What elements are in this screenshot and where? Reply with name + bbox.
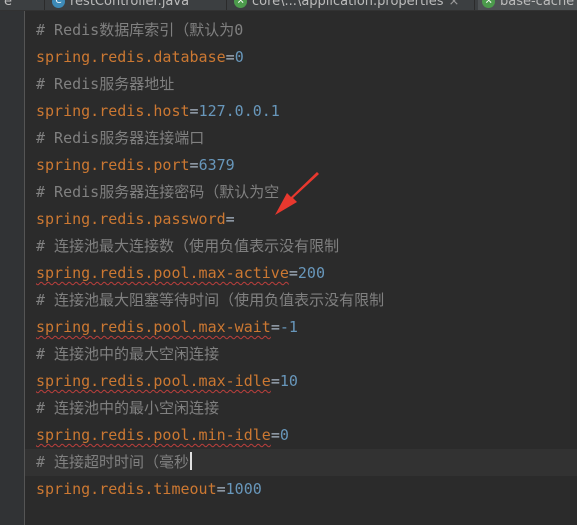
property-line[interactable]: spring.redis.port=6379 [36, 152, 235, 179]
close-icon[interactable]: × [449, 0, 460, 9]
code-editor[interactable]: # Redis数据库索引（默认为0 spring.redis.database=… [25, 11, 577, 525]
tab-partial[interactable]: e [0, 0, 12, 10]
property-line[interactable]: spring.redis.timeout=1000 [36, 476, 262, 503]
property-value: 200 [297, 264, 325, 282]
property-key: spring.redis.timeout [36, 480, 217, 498]
comment-line[interactable]: # Redis服务器连接端口 [36, 125, 204, 152]
comment-line[interactable]: # Redis服务器地址 [36, 71, 174, 98]
property-key: spring.redis.database [36, 48, 226, 66]
equals-sign: = [225, 48, 235, 66]
equals-sign: = [189, 102, 199, 120]
tab-label: restController.java [70, 0, 190, 9]
tab-divider [226, 0, 227, 10]
property-key: spring.redis.port [36, 156, 190, 174]
comment-line[interactable]: # 连接超时时间（毫秒 [36, 449, 193, 476]
comment-line[interactable]: # 连接池中的最大空闲连接 [36, 341, 219, 368]
property-value: -1 [279, 318, 298, 336]
property-line[interactable]: spring.redis.password= [36, 206, 235, 233]
property-key: spring.redis.host [36, 102, 190, 120]
property-value: 10 [279, 372, 298, 390]
comment-text: # Redis服务器连接密码（默认为空 [36, 183, 280, 201]
property-key: spring.redis.pool.max-active [36, 264, 289, 282]
comment-text: # 连接池最大阻塞等待时间（使用负值表示没有限制 [36, 291, 385, 309]
property-line[interactable]: spring.redis.pool.max-active=200 [36, 260, 325, 287]
comment-text: # Redis服务器地址 [36, 75, 175, 93]
property-value: 0 [279, 426, 289, 444]
editor-gutter[interactable] [0, 11, 25, 525]
property-line[interactable]: spring.redis.pool.max-wait=-1 [36, 314, 298, 341]
property-key: spring.redis.pool.max-idle [36, 372, 271, 390]
property-key: spring.redis.password [36, 210, 226, 228]
comment-text: # Redis服务器连接端口 [36, 129, 205, 147]
tab-label: core\...\application.properties [252, 0, 444, 9]
equals-sign: = [189, 156, 199, 174]
comment-line[interactable]: # Redis服务器连接密码（默认为空 [36, 179, 279, 206]
equals-sign: = [270, 426, 280, 444]
tab-label: base-cache [500, 0, 575, 9]
tab-application-properties[interactable]: ⚒ core\...\application.properties × [230, 0, 459, 10]
editor-tab-bar: e C restController.java ⚒ core\...\appli… [0, 0, 577, 11]
tab-divider [474, 0, 475, 10]
comment-line[interactable]: # Redis数据库索引（默认为0 [36, 17, 243, 44]
class-icon: C [52, 0, 65, 8]
tab-restcontroller[interactable]: C restController.java [48, 0, 189, 10]
tab-divider [44, 0, 45, 10]
equals-sign: = [270, 372, 280, 390]
comment-text: # 连接池最大连接数（使用负值表示没有限制 [36, 237, 340, 255]
property-line[interactable]: spring.redis.pool.max-idle=10 [36, 368, 298, 395]
property-value: 1000 [225, 480, 262, 498]
properties-icon: ⚒ [234, 0, 247, 8]
comment-line[interactable]: # 连接池最大阻塞等待时间（使用负值表示没有限制 [36, 287, 384, 314]
comment-text: # 连接池中的最小空闲连接 [36, 399, 220, 417]
tab-base-cache[interactable]: ⚒ base-cache [478, 0, 577, 10]
property-value: 6379 [198, 156, 235, 174]
equals-sign: = [270, 318, 280, 336]
comment-text: # Redis数据库索引（默认为0 [36, 21, 244, 39]
red-arrow-icon [275, 172, 319, 215]
equals-sign: = [288, 264, 298, 282]
comment-line[interactable]: # 连接池中的最小空闲连接 [36, 395, 219, 422]
tab-label: e [4, 0, 12, 9]
equals-sign: = [225, 210, 235, 228]
property-key: spring.redis.pool.min-idle [36, 426, 271, 444]
ide-window: e C restController.java ⚒ core\...\appli… [0, 0, 577, 525]
property-line[interactable]: spring.redis.pool.min-idle=0 [36, 422, 289, 449]
equals-sign: = [216, 480, 226, 498]
comment-text: # 连接超时时间（毫秒 [36, 453, 190, 471]
comment-line[interactable]: # 连接池最大连接数（使用负值表示没有限制 [36, 233, 339, 260]
property-line[interactable]: spring.redis.database=0 [36, 44, 244, 71]
text-caret [190, 452, 193, 470]
property-key: spring.redis.pool.max-wait [36, 318, 271, 336]
property-line[interactable]: spring.redis.host=127.0.0.1 [36, 98, 280, 125]
property-value: 0 [234, 48, 244, 66]
properties-icon: ⚒ [482, 0, 495, 8]
comment-text: # 连接池中的最大空闲连接 [36, 345, 220, 363]
property-value: 127.0.0.1 [198, 102, 280, 120]
